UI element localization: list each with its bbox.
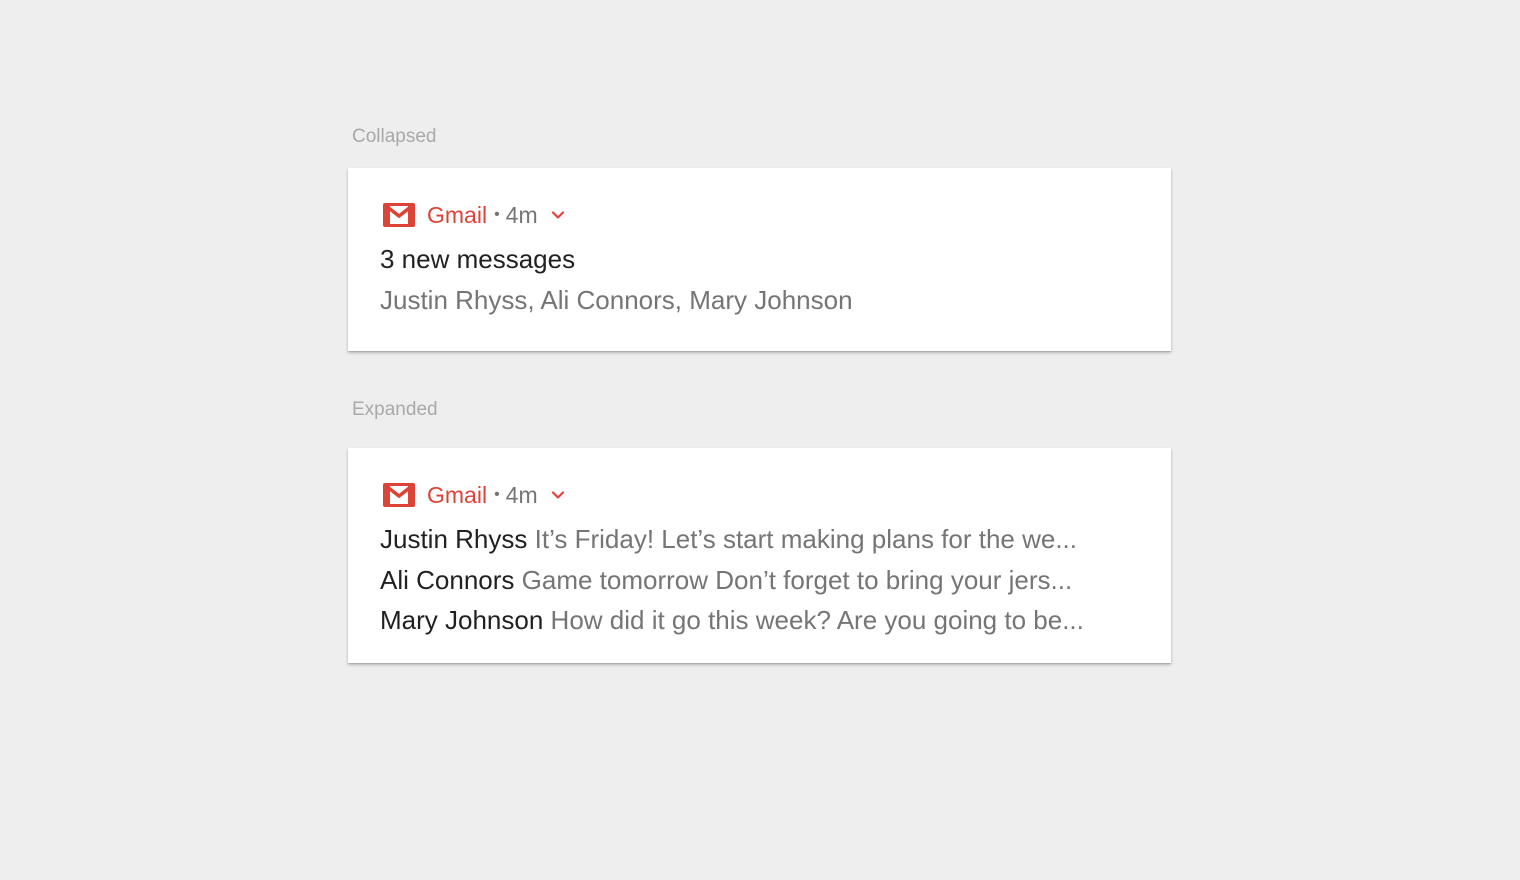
- app-name: Gmail: [427, 201, 488, 228]
- section-label-collapsed: Collapsed: [352, 126, 437, 147]
- chevron-down-icon[interactable]: [551, 490, 565, 500]
- notification-card-expanded[interactable]: Gmail • 4m Justin Rhyss It’s Friday! Let…: [348, 448, 1171, 663]
- notification-header: Gmail • 4m: [383, 482, 565, 508]
- message-preview: How did it go this week? Are you going t…: [550, 605, 1084, 635]
- notification-header: Gmail • 4m: [383, 202, 565, 228]
- notification-subtitle: Justin Rhyss, Ali Connors, Mary Johnson: [380, 285, 853, 315]
- notification-title: 3 new messages: [380, 244, 576, 274]
- message-row[interactable]: Mary Johnson How did it go this week? Ar…: [380, 605, 1151, 646]
- message-list: Justin Rhyss It’s Friday! Let’s start ma…: [380, 524, 1151, 646]
- gmail-icon: [383, 483, 415, 507]
- app-name: Gmail: [427, 481, 488, 508]
- chevron-down-icon[interactable]: [551, 210, 565, 220]
- message-preview: It’s Friday! Let’s start making plans fo…: [534, 524, 1078, 554]
- notification-card-collapsed[interactable]: Gmail • 4m 3 new messages Justin Rhyss, …: [348, 168, 1171, 351]
- header-separator: •: [494, 486, 500, 503]
- message-sender: Justin Rhyss: [380, 524, 528, 554]
- message-row[interactable]: Ali Connors Game tomorrow Don’t forget t…: [380, 565, 1151, 606]
- message-row[interactable]: Justin Rhyss It’s Friday! Let’s start ma…: [380, 524, 1151, 565]
- message-sender: Mary Johnson: [380, 605, 544, 635]
- section-label-expanded: Expanded: [352, 399, 438, 420]
- message-sender: Ali Connors: [380, 564, 515, 595]
- message-preview: Game tomorrow Don’t forget to bring your…: [521, 564, 1073, 595]
- header-separator: •: [494, 206, 500, 223]
- timestamp: 4m: [505, 481, 538, 508]
- timestamp: 4m: [505, 201, 538, 228]
- gmail-icon: [383, 203, 415, 227]
